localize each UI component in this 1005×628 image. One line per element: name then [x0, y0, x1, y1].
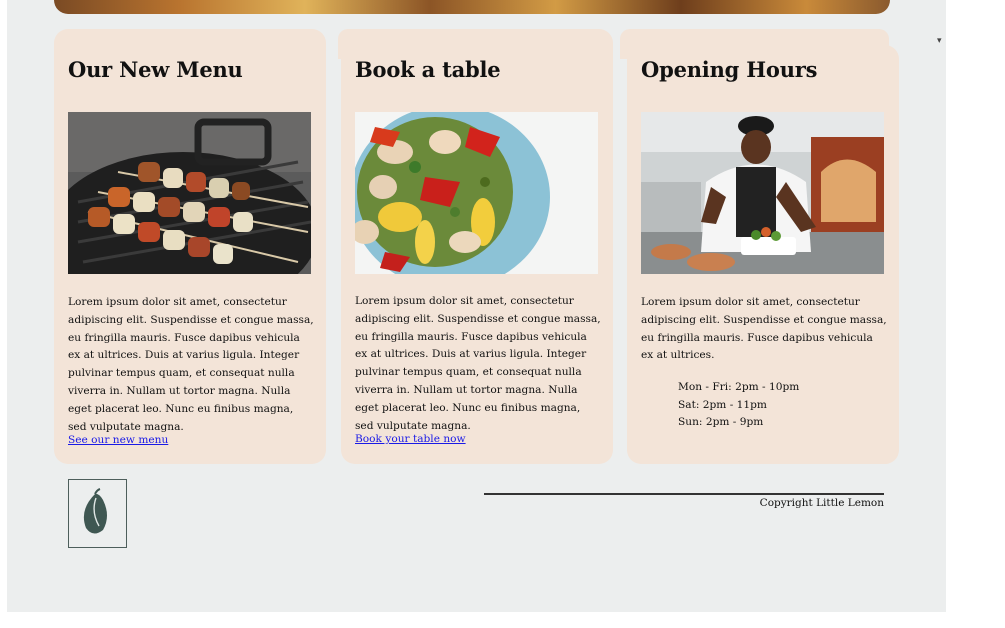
grilled-skewers-photo [68, 112, 311, 274]
card-text: Lorem ipsum dolor sit amet, consectetur … [641, 296, 887, 362]
hours-weekday: Mon - Fri: 2pm - 10pm [678, 381, 800, 393]
footer-divider [484, 493, 884, 495]
lemon-leaf-logo[interactable] [68, 479, 127, 548]
book-table-link[interactable]: Book your table now [355, 433, 466, 445]
card-title: Opening Hours [641, 57, 818, 82]
card-text: Lorem ipsum dolor sit amet, consectetur … [68, 296, 314, 433]
hours-saturday: Sat: 2pm - 11pm [678, 398, 767, 411]
see-menu-link[interactable]: See our new menu [68, 434, 168, 446]
scroll-indicator[interactable]: ▾ [937, 36, 942, 46]
card-book-table: Book a table Lorem ipsum dolor sit amet,… [341, 29, 613, 464]
card-new-menu: Our New Menu Lorem ipsum dolor sit amet,… [54, 29, 326, 464]
card-opening-hours: Opening Hours Lorem ipsum dolor sit amet… [627, 45, 899, 464]
copyright: Copyright Little Lemon [759, 497, 884, 509]
chef-cooking-photo [641, 112, 884, 274]
hero-image-bottom [54, 0, 890, 14]
card-text: Lorem ipsum dolor sit amet, consectetur … [355, 295, 601, 432]
card-title: Our New Menu [68, 57, 243, 82]
hours-sunday: Sun: 2pm - 9pm [678, 416, 764, 429]
salad-plate-photo [355, 112, 598, 274]
card-title: Book a table [355, 57, 501, 82]
hours-list: Mon - Fri: 2pm - 10pm Sat: 2pm - 11pm Su… [678, 379, 799, 432]
